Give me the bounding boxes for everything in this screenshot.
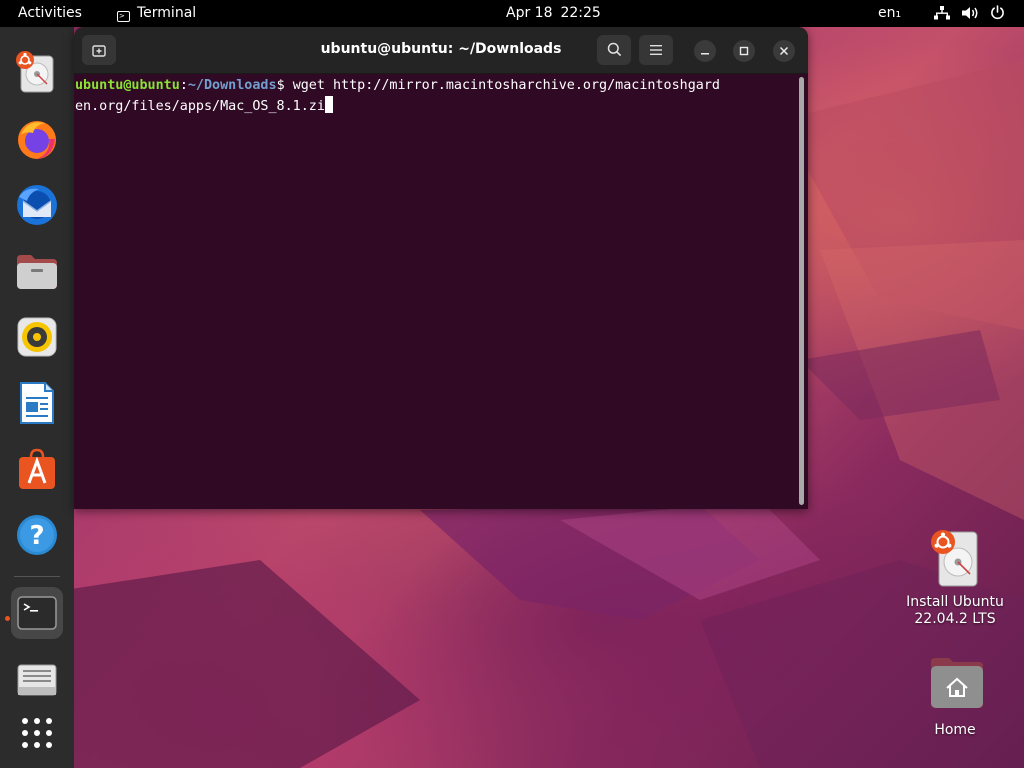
terminal-icon [17, 596, 57, 630]
clock-date: Apr 18 [506, 5, 553, 21]
activities-button[interactable]: Activities [18, 5, 82, 22]
dock-item-install-ubuntu[interactable] [11, 46, 63, 98]
hamburger-icon [650, 45, 662, 55]
home-folder-icon [931, 658, 983, 708]
files-icon [17, 255, 57, 289]
network-icon[interactable] [934, 6, 950, 25]
terminal-scrollbar[interactable] [799, 77, 804, 505]
minimize-button[interactable] [694, 40, 716, 62]
firefox-icon [18, 121, 56, 159]
prompt-separator: : [179, 78, 188, 93]
minimize-icon [701, 53, 709, 55]
search-icon [607, 42, 621, 57]
desktop-icon-label: 22.04.2 LTS [914, 611, 996, 627]
terminal-output[interactable]: ubuntu@ubuntu:~/Downloads$ wget http://m… [74, 74, 796, 509]
desktop-icon-label: Install Ubuntu [906, 594, 1004, 610]
dock-item-ubuntu-software[interactable] [11, 443, 63, 495]
app-grid-icon [22, 718, 52, 748]
input-language-indicator[interactable]: en₁ [878, 5, 901, 22]
command-text: wget http://mirror.macintosharchive.org/… [292, 78, 720, 93]
dock-item-help[interactable]: ? [11, 509, 63, 561]
terminal-titlebar[interactable]: ubuntu@ubuntu: ~/Downloads [74, 27, 808, 74]
show-applications-button[interactable] [11, 707, 63, 759]
terminal-small-icon: > [117, 11, 130, 22]
power-icon[interactable] [990, 5, 1005, 25]
terminal-line-1: ubuntu@ubuntu:~/Downloads$ wget http://m… [75, 76, 796, 96]
text-cursor [324, 96, 333, 113]
volume-icon[interactable] [962, 6, 980, 25]
dock-item-terminal[interactable] [11, 587, 63, 639]
desktop-install-ubuntu[interactable]: Install Ubuntu 22.04.2 LTS [900, 528, 1010, 628]
terminal-window[interactable]: ubuntu@ubuntu: ~/Downloads ubuntu@ubuntu… [74, 27, 808, 509]
clock[interactable]: Apr 18 22:25 [506, 5, 601, 22]
search-button[interactable] [597, 35, 631, 65]
software-icon [19, 448, 55, 489]
dock: ? [0, 27, 74, 768]
disk-icon [17, 664, 57, 696]
command-text-wrap: en.org/files/apps/Mac_OS_8.1.zi [75, 99, 325, 114]
dock-item-rhythmbox[interactable] [11, 311, 63, 363]
maximize-icon [739, 46, 749, 56]
dock-item-disks[interactable] [11, 653, 63, 705]
writer-icon [20, 382, 54, 424]
dock-item-firefox[interactable] [11, 113, 63, 165]
prompt-user: ubuntu@ubuntu [75, 78, 180, 93]
clock-time: 22:25 [560, 5, 601, 21]
close-button[interactable] [773, 40, 795, 62]
hamburger-menu-button[interactable] [639, 35, 673, 65]
ubuntu-installer-icon [931, 530, 978, 587]
thunderbird-icon [17, 185, 57, 225]
app-menu-label: Terminal [137, 5, 197, 21]
prompt-symbol: $ [276, 78, 293, 93]
desktop-home-folder[interactable]: Home [900, 656, 1010, 739]
rhythmbox-icon [17, 317, 57, 357]
ubuntu-installer-icon [16, 51, 54, 93]
help-icon: ? [17, 515, 57, 555]
dock-item-thunderbird[interactable] [11, 179, 63, 231]
app-menu[interactable]: > Terminal [117, 5, 196, 22]
dock-item-writer[interactable] [11, 377, 63, 429]
desktop-icon-label: Home [934, 722, 976, 738]
svg-text:?: ? [29, 521, 44, 551]
running-indicator [5, 616, 10, 621]
terminal-line-2: en.org/files/apps/Mac_OS_8.1.zi [75, 96, 796, 116]
close-icon [779, 46, 789, 56]
top-bar: Activities > Terminal Apr 18 22:25 en₁ [0, 0, 1024, 27]
dock-item-files[interactable] [11, 245, 63, 297]
dock-separator [14, 576, 60, 577]
maximize-button[interactable] [733, 40, 755, 62]
prompt-path: ~/Downloads [187, 78, 277, 93]
